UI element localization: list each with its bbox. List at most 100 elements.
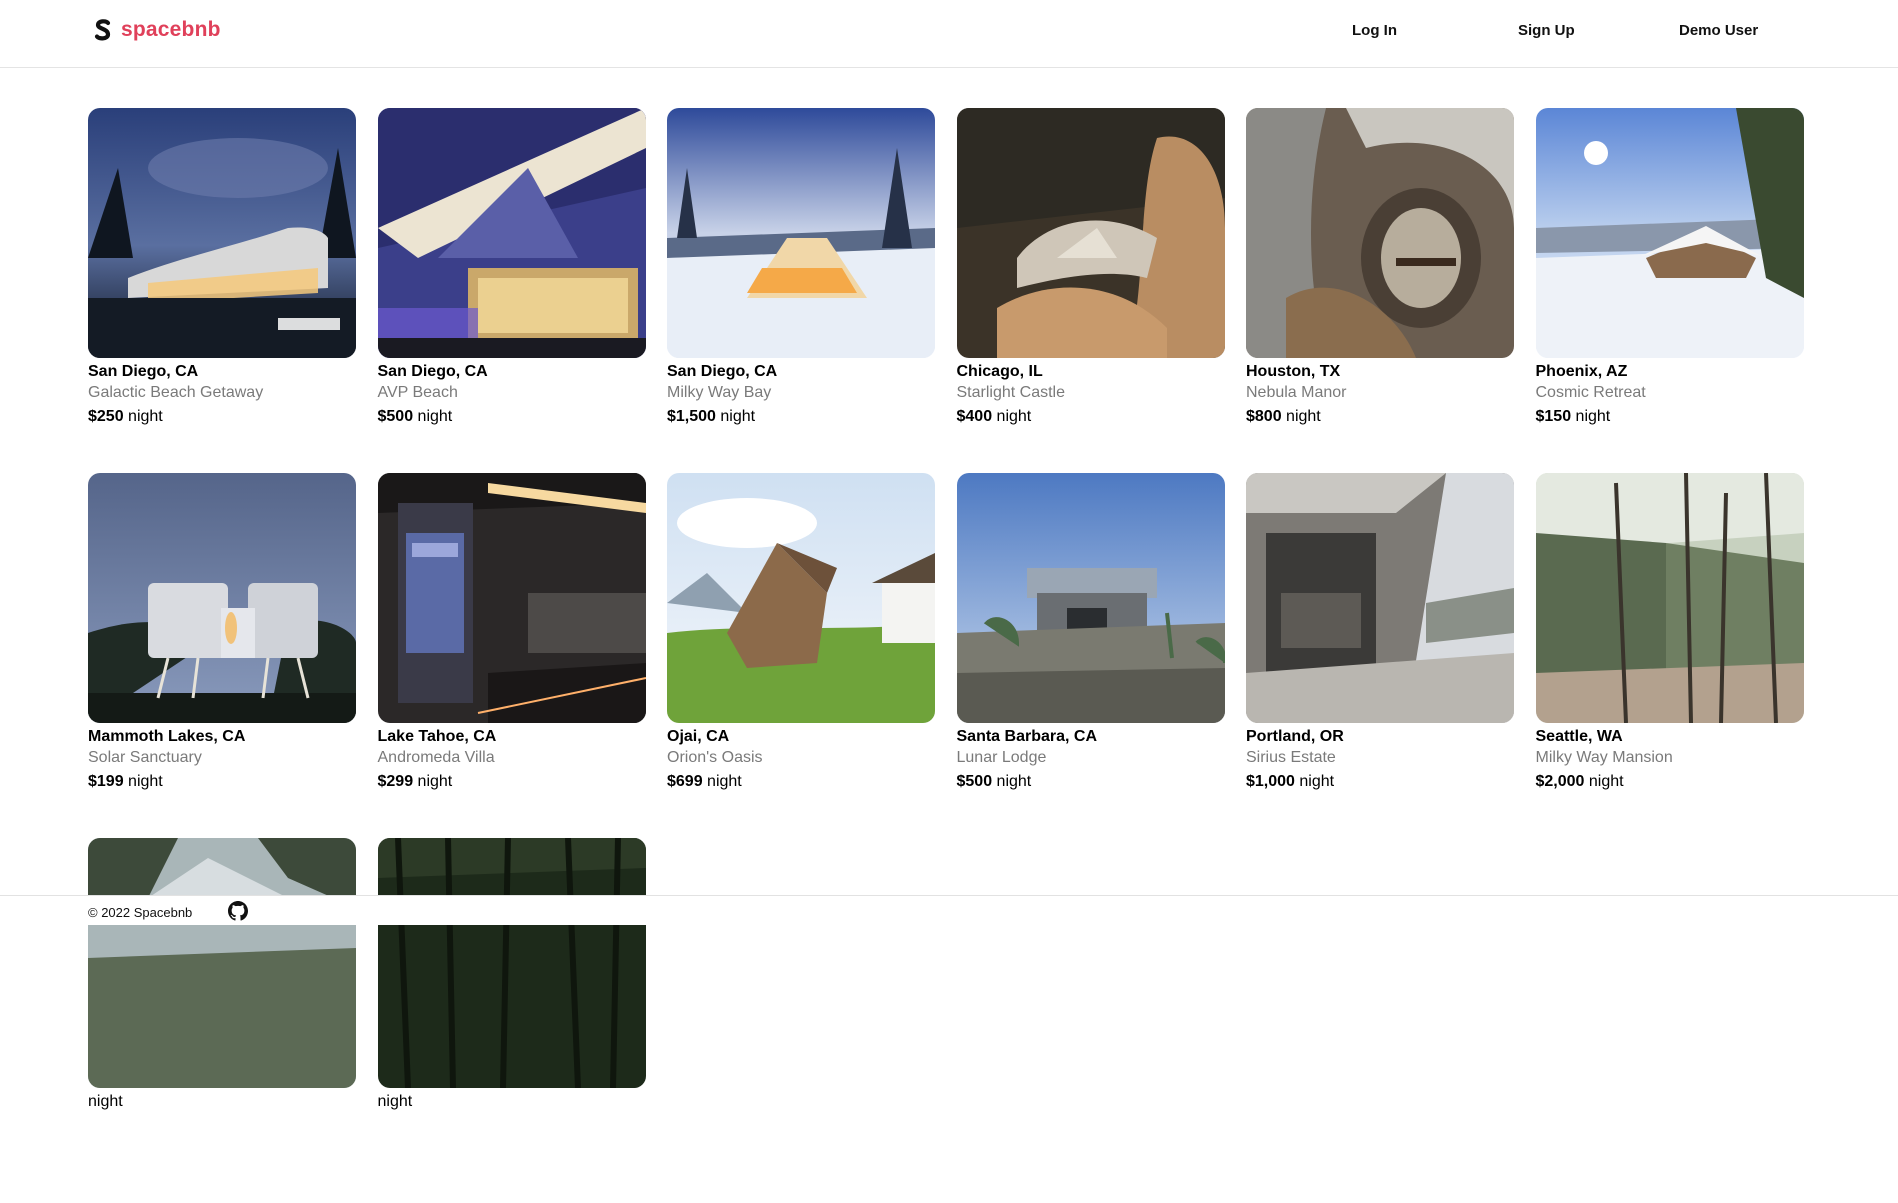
listing-photo[interactable] [88, 473, 356, 723]
listing-location: San Diego, CA [667, 363, 778, 380]
listing-title: Milky Way Bay [667, 384, 772, 401]
snow-cabin-image [667, 108, 935, 358]
listing-location: Chicago, IL [956, 363, 1043, 380]
price-amount: $699 [667, 773, 703, 790]
listing-card[interactable]: Portland, OR Sirius Estate $1,000 night [1246, 473, 1514, 838]
listing-price: $400 night [957, 407, 1225, 427]
top-navbar: spacebnb Log In Sign Up Demo User [0, 0, 1898, 68]
listing-card[interactable]: San Diego, CA AVP Beach $500 night [377, 108, 646, 473]
price-amount: $199 [88, 773, 124, 790]
logo-s-icon [94, 19, 111, 41]
listing-photo[interactable] [667, 108, 935, 358]
price-amount: $250 [88, 408, 124, 425]
listing-card[interactable]: Santa Barbara, CA Lunar Lodge $500 night [956, 473, 1225, 838]
night-curved-house-image [88, 108, 356, 358]
listings-grid: San Diego, CA Galactic Beach Getaway $25… [88, 108, 1806, 1203]
listing-photo[interactable] [377, 838, 646, 1088]
price-unit: night [128, 408, 163, 425]
copyright-text: © 2022 Spacebnb [88, 905, 193, 920]
listing-location: San Diego, CA [377, 363, 488, 380]
listing-title: Sirius Estate [1246, 749, 1336, 766]
price-unit: night [417, 408, 453, 425]
listing-photo[interactable] [1246, 108, 1514, 358]
listing-card[interactable]: San Diego, CA Milky Way Bay $1,500 night [667, 108, 935, 473]
listing-title: Milky Way Mansion [1535, 749, 1673, 766]
listing-title: Cosmic Retreat [1535, 384, 1646, 401]
listing-title: Galactic Beach Getaway [88, 384, 264, 401]
glass-interior-image [1246, 473, 1514, 723]
listing-price: $800 night [1246, 407, 1514, 427]
github-icon[interactable] [228, 901, 248, 921]
stilt-pod-house-image [88, 473, 356, 723]
listing-photo[interactable] [88, 108, 356, 358]
price-unit: night [1588, 773, 1624, 790]
listing-card[interactable]: Mammoth Lakes, CA Solar Sanctuary $199 n… [88, 473, 356, 838]
price-amount: $2,000 [1535, 773, 1585, 790]
price-unit: night [996, 773, 1032, 790]
listing-photo[interactable] [1535, 108, 1804, 358]
forest-mirror-house-image [1535, 473, 1804, 723]
dark-kitchen-image [377, 473, 646, 723]
price-unit: night [417, 773, 453, 790]
listing-card[interactable]: Seattle, WA Milky Way Mansion $2,000 nig… [1535, 473, 1804, 838]
listing-card[interactable]: Ojai, CA Orion's Oasis $699 night [667, 473, 935, 838]
listing-card[interactable]: San Diego, CA Galactic Beach Getaway $25… [88, 108, 356, 473]
listing-title: AVP Beach [377, 384, 458, 401]
price-unit: night [720, 408, 756, 425]
price-unit: night [1286, 408, 1321, 425]
listing-title: Andromeda Villa [377, 749, 495, 766]
mountain-trees-image [88, 838, 356, 1088]
listing-card[interactable]: night [377, 838, 646, 1203]
listing-location: Ojai, CA [667, 728, 730, 745]
desert-rock-sculpture-image [956, 108, 1225, 358]
listing-photo[interactable] [377, 108, 646, 358]
price-amount: $400 [956, 408, 993, 425]
listing-title: Nebula Manor [1246, 384, 1347, 401]
footer: © 2022 Spacebnb [0, 895, 1898, 925]
price-amount: $299 [377, 773, 414, 790]
price-amount: $1,000 [1246, 773, 1295, 790]
listing-photo[interactable] [1535, 473, 1804, 723]
price-amount: $1,500 [667, 408, 716, 425]
price-amount: $800 [1246, 408, 1282, 425]
brand-name: spacebnb [121, 18, 221, 41]
listing-price: night [88, 1092, 356, 1112]
listing-photo[interactable] [88, 838, 356, 1088]
listing-price: $150 night [1536, 407, 1804, 427]
listing-location: Phoenix, AZ [1535, 363, 1628, 380]
price-unit: night [996, 408, 1032, 425]
signup-link[interactable]: Sign Up [1518, 22, 1575, 39]
listing-location: Seattle, WA [1535, 728, 1623, 745]
listing-card[interactable]: night [88, 838, 356, 1203]
desert-modern-house-image [956, 473, 1225, 723]
listing-title: Starlight Castle [956, 384, 1066, 401]
listing-location: Lake Tahoe, CA [377, 728, 497, 745]
listing-card[interactable]: Chicago, IL Starlight Castle $400 night [956, 108, 1225, 473]
listing-price: $1,500 night [667, 407, 935, 427]
login-link[interactable]: Log In [1352, 22, 1397, 39]
price-unit: night [128, 773, 163, 790]
listing-price: $299 night [378, 772, 646, 792]
listing-title: Solar Sanctuary [88, 749, 202, 766]
price-unit: night [707, 773, 742, 790]
listing-location: Mammoth Lakes, CA [88, 728, 246, 745]
listing-location: Houston, TX [1246, 363, 1341, 380]
listing-photo[interactable] [1246, 473, 1514, 723]
listing-photo[interactable] [956, 473, 1225, 723]
price-unit: night [88, 1093, 123, 1110]
listing-price: $199 night [88, 772, 356, 792]
listing-photo[interactable] [667, 473, 935, 723]
price-amount: $150 [1535, 408, 1572, 425]
organic-interior-image [1246, 108, 1514, 358]
spacebnb-logo[interactable]: spacebnb [94, 18, 221, 42]
listing-card[interactable]: Houston, TX Nebula Manor $800 night [1246, 108, 1514, 473]
listing-location: Santa Barbara, CA [956, 728, 1098, 745]
price-amount: $500 [377, 408, 414, 425]
demo-user-link[interactable]: Demo User [1679, 22, 1758, 39]
listing-price: $500 night [378, 407, 646, 427]
listing-photo[interactable] [956, 108, 1225, 358]
triangle-modern-house-image [377, 108, 646, 358]
listing-photo[interactable] [377, 473, 646, 723]
listing-card[interactable]: Lake Tahoe, CA Andromeda Villa $299 nigh… [377, 473, 646, 838]
listing-card[interactable]: Phoenix, AZ Cosmic Retreat $150 night [1535, 108, 1804, 473]
